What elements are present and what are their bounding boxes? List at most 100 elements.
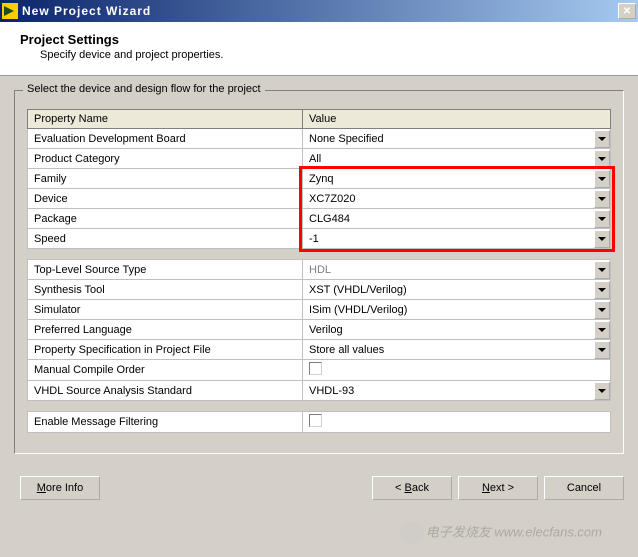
table-row: VHDL Source Analysis StandardVHDL-93 bbox=[28, 381, 611, 401]
dropdown-button[interactable] bbox=[594, 230, 610, 248]
chevron-down-icon bbox=[598, 197, 606, 201]
dropdown-button[interactable] bbox=[594, 321, 610, 339]
table-row: FamilyZynq bbox=[28, 169, 611, 189]
dropdown-value: None Specified bbox=[303, 131, 594, 147]
property-value-cell: HDL bbox=[303, 260, 611, 280]
chevron-down-icon bbox=[598, 288, 606, 292]
property-value-cell: None Specified bbox=[303, 129, 611, 149]
back-button[interactable]: < Back bbox=[372, 476, 452, 500]
property-name-cell: Enable Message Filtering bbox=[28, 412, 303, 433]
checkbox[interactable] bbox=[309, 414, 322, 427]
chevron-down-icon bbox=[598, 328, 606, 332]
properties-table-3: Enable Message Filtering bbox=[27, 411, 611, 433]
chevron-down-icon bbox=[598, 268, 606, 272]
dropdown-button[interactable] bbox=[594, 261, 610, 279]
property-value-cell: Store all values bbox=[303, 340, 611, 360]
property-name-cell: Property Specification in Project File bbox=[28, 340, 303, 360]
close-button[interactable]: ✕ bbox=[618, 3, 636, 19]
property-value-cell: All bbox=[303, 149, 611, 169]
property-value-cell: XST (VHDL/Verilog) bbox=[303, 280, 611, 300]
dropdown[interactable]: Zynq bbox=[303, 169, 610, 188]
dropdown-value: ISim (VHDL/Verilog) bbox=[303, 302, 594, 318]
dropdown[interactable]: Store all values bbox=[303, 340, 610, 359]
page-subtitle: Specify device and project properties. bbox=[20, 49, 618, 61]
chevron-down-icon bbox=[598, 308, 606, 312]
dropdown[interactable]: XC7Z020 bbox=[303, 189, 610, 208]
dropdown-button[interactable] bbox=[594, 150, 610, 168]
dropdown-button[interactable] bbox=[594, 341, 610, 359]
table-row: PackageCLG484 bbox=[28, 209, 611, 229]
table-row: Speed-1 bbox=[28, 229, 611, 249]
dropdown[interactable]: Verilog bbox=[303, 320, 610, 339]
table-row: Product CategoryAll bbox=[28, 149, 611, 169]
table-row: Evaluation Development BoardNone Specifi… bbox=[28, 129, 611, 149]
dropdown-value: Verilog bbox=[303, 322, 594, 338]
dropdown-button[interactable] bbox=[594, 301, 610, 319]
property-value-cell bbox=[303, 412, 611, 433]
property-value-cell: CLG484 bbox=[303, 209, 611, 229]
dropdown-button[interactable] bbox=[594, 130, 610, 148]
property-value-cell: Verilog bbox=[303, 320, 611, 340]
dropdown-value: Store all values bbox=[303, 342, 594, 358]
table-row: Enable Message Filtering bbox=[28, 412, 611, 433]
dropdown[interactable]: None Specified bbox=[303, 129, 610, 148]
properties-table-1: Property Name Value Evaluation Developme… bbox=[27, 109, 611, 249]
button-bar: More Info < Back Next > Cancel bbox=[0, 468, 638, 514]
dropdown-button[interactable] bbox=[594, 382, 610, 400]
dropdown-value: Zynq bbox=[303, 171, 594, 187]
property-name-cell: Simulator bbox=[28, 300, 303, 320]
dropdown-button[interactable] bbox=[594, 170, 610, 188]
page-title: Project Settings bbox=[20, 32, 618, 47]
property-value-cell bbox=[303, 360, 611, 381]
dropdown-value: CLG484 bbox=[303, 211, 594, 227]
table-row: Preferred LanguageVerilog bbox=[28, 320, 611, 340]
property-name-cell: Speed bbox=[28, 229, 303, 249]
property-name-cell: Product Category bbox=[28, 149, 303, 169]
main-content: Select the device and design flow for th… bbox=[0, 76, 638, 468]
dropdown-button[interactable] bbox=[594, 210, 610, 228]
dropdown[interactable]: XST (VHDL/Verilog) bbox=[303, 280, 610, 299]
property-value-cell: -1 bbox=[303, 229, 611, 249]
property-value-cell: Zynq bbox=[303, 169, 611, 189]
watermark: 电子发烧友 www.elecfans.com bbox=[400, 521, 602, 545]
wizard-icon bbox=[2, 3, 18, 19]
table-row: DeviceXC7Z020 bbox=[28, 189, 611, 209]
dropdown[interactable]: -1 bbox=[303, 229, 610, 248]
dropdown[interactable]: All bbox=[303, 149, 610, 168]
dropdown-button[interactable] bbox=[594, 281, 610, 299]
dropdown-value: HDL bbox=[303, 262, 594, 278]
cancel-button[interactable]: Cancel bbox=[544, 476, 624, 500]
dropdown-value: All bbox=[303, 151, 594, 167]
property-value-cell: ISim (VHDL/Verilog) bbox=[303, 300, 611, 320]
property-name-cell: Family bbox=[28, 169, 303, 189]
checkbox[interactable] bbox=[309, 362, 322, 375]
table-row: Top-Level Source TypeHDL bbox=[28, 260, 611, 280]
dropdown[interactable]: ISim (VHDL/Verilog) bbox=[303, 300, 610, 319]
property-name-cell: Preferred Language bbox=[28, 320, 303, 340]
dropdown-button[interactable] bbox=[594, 190, 610, 208]
dropdown-value: VHDL-93 bbox=[303, 383, 594, 399]
properties-table-2: Top-Level Source TypeHDLSynthesis ToolXS… bbox=[27, 259, 611, 401]
chevron-down-icon bbox=[598, 137, 606, 141]
more-info-button[interactable]: More Info bbox=[20, 476, 100, 500]
property-name-cell: Evaluation Development Board bbox=[28, 129, 303, 149]
next-button[interactable]: Next > bbox=[458, 476, 538, 500]
property-name-cell: Synthesis Tool bbox=[28, 280, 303, 300]
titlebar-title: New Project Wizard bbox=[22, 4, 618, 18]
property-name-cell: Manual Compile Order bbox=[28, 360, 303, 381]
dropdown[interactable]: VHDL-93 bbox=[303, 381, 610, 400]
dropdown[interactable]: CLG484 bbox=[303, 209, 610, 228]
chevron-down-icon bbox=[598, 237, 606, 241]
column-header-name: Property Name bbox=[28, 110, 303, 129]
column-header-value: Value bbox=[303, 110, 611, 129]
chevron-down-icon bbox=[598, 177, 606, 181]
property-name-cell: Top-Level Source Type bbox=[28, 260, 303, 280]
chevron-down-icon bbox=[598, 217, 606, 221]
dropdown-value: -1 bbox=[303, 231, 594, 247]
property-value-cell: XC7Z020 bbox=[303, 189, 611, 209]
chevron-down-icon bbox=[598, 348, 606, 352]
property-name-cell: Device bbox=[28, 189, 303, 209]
dropdown[interactable]: HDL bbox=[303, 260, 610, 279]
table-row: SimulatorISim (VHDL/Verilog) bbox=[28, 300, 611, 320]
dropdown-value: XST (VHDL/Verilog) bbox=[303, 282, 594, 298]
